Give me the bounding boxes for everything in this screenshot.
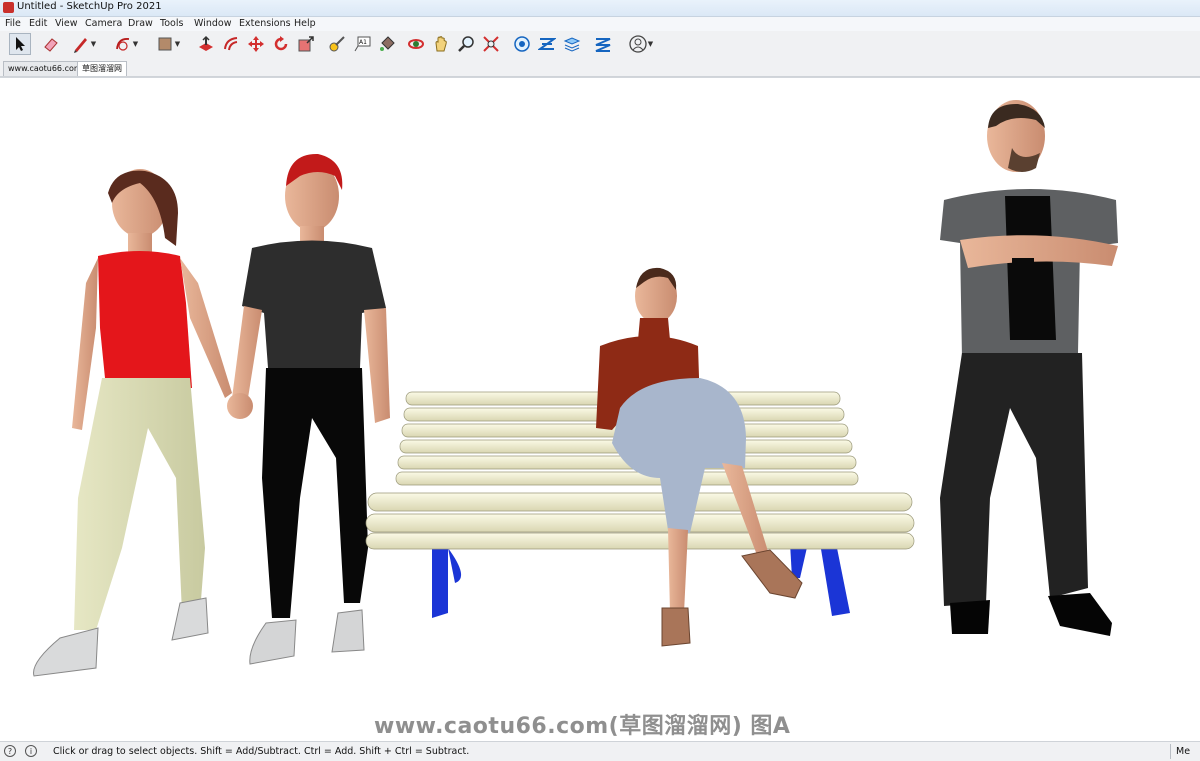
menu-extensions[interactable]: Extensions — [236, 18, 294, 29]
move-button[interactable] — [245, 33, 267, 55]
tab-caotu-cn[interactable]: 草图溜溜网 — [77, 61, 127, 76]
pan-hand-icon — [435, 36, 447, 52]
bench-seat — [365, 492, 915, 550]
arc-dropdown-icon[interactable]: ▼ — [133, 40, 138, 48]
shape-dropdown-icon[interactable]: ▼ — [175, 40, 180, 48]
eraser-tool-button[interactable] — [40, 33, 62, 55]
push-pull-button[interactable] — [195, 33, 217, 55]
text-tool-label: A1 — [359, 39, 367, 46]
account-icon — [629, 35, 647, 53]
paint-bucket-icon — [380, 36, 395, 51]
menu-view[interactable]: View — [52, 18, 81, 29]
zoom-extents-icon — [483, 36, 499, 52]
orbit-button[interactable] — [405, 33, 427, 55]
tape-measure-button[interactable] — [326, 33, 348, 55]
man-crossed-wristband — [1012, 258, 1034, 274]
sandbox-icon — [595, 38, 611, 52]
arc-tool-button[interactable]: ▼ — [108, 33, 144, 55]
man-black-right-shoe — [331, 609, 365, 653]
pencil-tool-button[interactable]: ▼ — [66, 33, 102, 55]
scene-canvas — [33, 100, 1118, 677]
woman-red-leggings — [74, 378, 205, 630]
pencil-line-icon — [73, 38, 87, 53]
offset-icon — [224, 37, 238, 51]
woman-red-left-shoe — [33, 627, 99, 677]
menu-help[interactable]: Help — [291, 18, 319, 29]
menu-camera[interactable]: Camera — [82, 18, 125, 29]
status-separator — [1170, 744, 1171, 759]
menu-tools[interactable]: Tools — [157, 18, 186, 29]
status-hint: Click or drag to select objects. Shift =… — [53, 746, 470, 757]
zoom-button[interactable] — [455, 33, 477, 55]
text-tool-button[interactable]: A1 — [351, 33, 373, 55]
push-pull-icon — [199, 35, 213, 51]
man-crossed-black-trousers — [940, 353, 1088, 606]
extension-warehouse-button[interactable] — [536, 33, 558, 55]
arc-icon — [115, 38, 129, 51]
rectangle-shape-icon — [158, 37, 172, 51]
menu-file[interactable]: File — [2, 18, 24, 29]
geolocation-status-icon[interactable]: ? — [4, 745, 16, 757]
status-bar: ? i Click or drag to select objects. Shi… — [0, 741, 1200, 761]
shape-tool-button[interactable]: ▼ — [150, 33, 186, 55]
tab-caotu66[interactable]: www.caotu66.com — [3, 61, 87, 76]
layers-icon — [563, 37, 581, 52]
man-crossed-right-shoe — [1048, 593, 1112, 636]
rotate-icon — [274, 36, 288, 51]
watermark-text: www.caotu66.com(草图溜溜网) 图A — [374, 714, 791, 739]
woman-red-right-shoe — [171, 597, 209, 641]
warehouse-button[interactable] — [511, 33, 533, 55]
paint-bucket-button[interactable] — [376, 33, 398, 55]
zoom-icon — [458, 36, 474, 52]
menu-bar: File Edit View Camera Draw Tools Window … — [0, 17, 1200, 32]
menu-window[interactable]: Window — [191, 18, 234, 29]
offset-button[interactable] — [220, 33, 242, 55]
select-arrow-icon — [16, 37, 25, 51]
title-bar: Untitled - SketchUp Pro 2021 — [0, 0, 1200, 17]
sketchup-app-icon — [3, 2, 14, 13]
info-status-icon[interactable]: i — [25, 745, 37, 757]
scene-tabs: www.caotu66.com 草图溜溜网 — [0, 59, 1200, 77]
model-viewport[interactable]: www.caotu66.com(草图溜溜网) 图A — [0, 77, 1200, 741]
man-black-tshirt — [242, 240, 386, 368]
bench-leg-front-right — [820, 543, 850, 616]
man-black-pants — [262, 368, 368, 618]
eraser-icon — [44, 38, 58, 52]
man-black-shirt-figure[interactable] — [227, 153, 390, 665]
woman-red-top-figure[interactable] — [33, 169, 232, 677]
pencil-dropdown-icon[interactable]: ▼ — [91, 40, 96, 48]
rotate-button[interactable] — [270, 33, 292, 55]
layers-button[interactable] — [561, 33, 583, 55]
account-button[interactable]: ▼ — [623, 33, 659, 55]
seated-woman-left-sandal — [661, 607, 691, 647]
text-label-icon: A1 — [354, 36, 371, 52]
orbit-icon — [408, 39, 424, 49]
measurements-label: Me — [1176, 746, 1191, 757]
move-icon — [248, 36, 264, 52]
main-toolbar: ▼ ▼ ▼ A1 ▼ — [0, 31, 1200, 60]
window-title: Untitled - SketchUp Pro 2021 — [17, 1, 162, 12]
man-crossed-arms-figure[interactable] — [940, 100, 1118, 636]
zoom-extents-button[interactable] — [480, 33, 502, 55]
sandbox-button[interactable] — [592, 33, 614, 55]
menu-edit[interactable]: Edit — [26, 18, 50, 29]
account-dropdown-icon[interactable]: ▼ — [648, 40, 653, 48]
man-crossed-left-shoe — [950, 600, 990, 634]
warehouse-icon — [514, 36, 530, 52]
extension-icon — [538, 38, 556, 50]
tape-measure-icon — [329, 36, 345, 52]
menu-draw[interactable]: Draw — [125, 18, 156, 29]
woman-red-tank-top — [98, 251, 192, 388]
man-black-left-shoe — [249, 619, 297, 665]
scale-button[interactable] — [295, 33, 317, 55]
pan-button[interactable] — [430, 33, 452, 55]
scale-icon — [298, 36, 314, 52]
bench-leg-front-left — [432, 540, 448, 618]
select-tool-button[interactable] — [9, 33, 31, 55]
